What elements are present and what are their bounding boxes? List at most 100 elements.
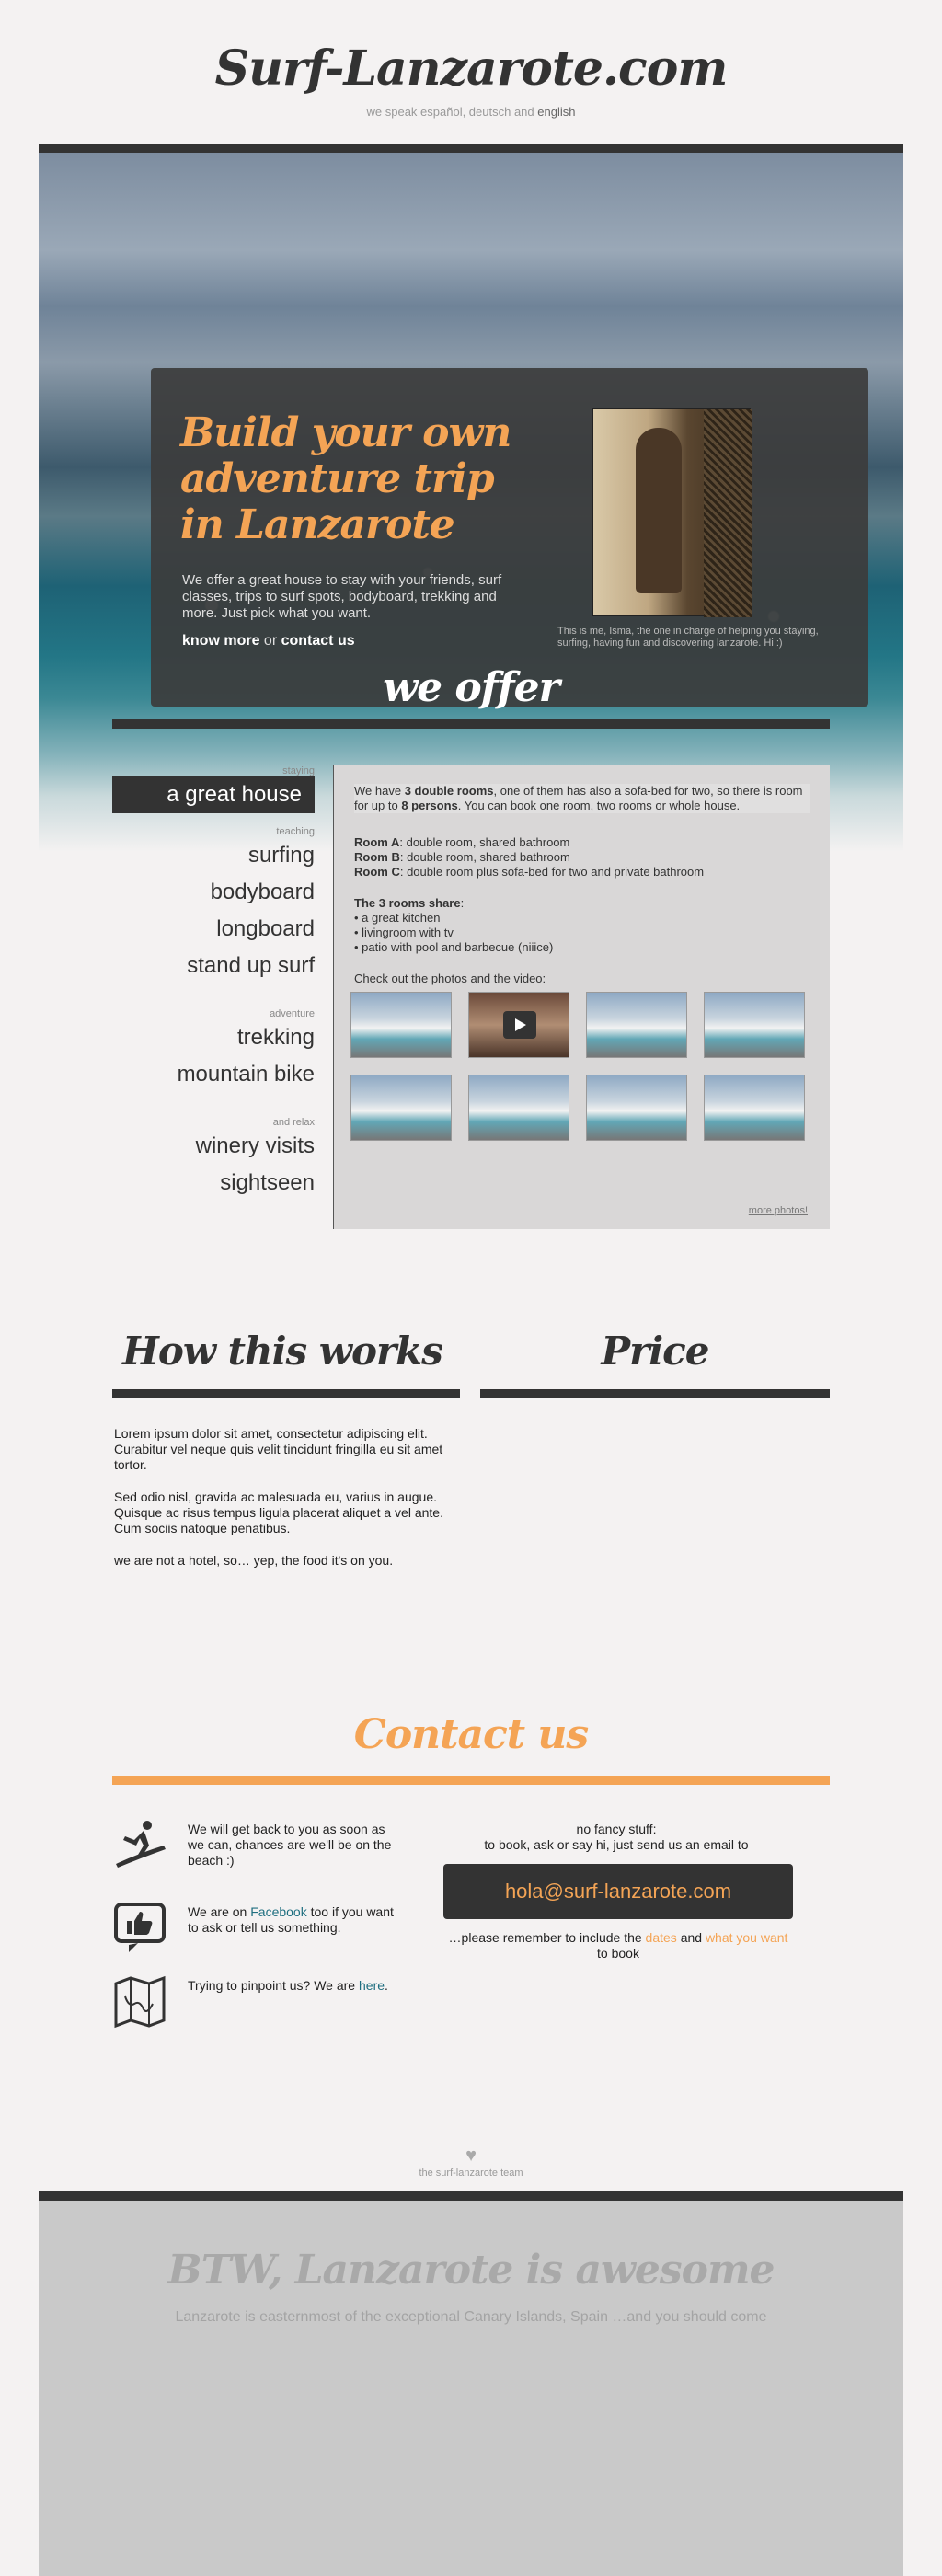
photo-gallery	[350, 992, 810, 1141]
house-intro-text-3: . You can book one room, two rooms or wh…	[457, 799, 741, 812]
room-c-name: Room C	[354, 865, 400, 879]
house-intro: We have 3 double rooms, one of them has …	[354, 784, 810, 813]
offer-category-teaching: teaching	[276, 826, 315, 837]
offer-nav: staying a great house teaching surfing b…	[112, 765, 315, 1202]
photo-thumbnail[interactable]	[350, 1075, 452, 1141]
offer-item-sightseen[interactable]: sightseen	[112, 1165, 315, 1202]
facebook-text-a: We are on	[188, 1904, 247, 1919]
offer-category-adventure: adventure	[270, 1008, 315, 1019]
offer-category-staying: staying	[282, 765, 315, 776]
owner-caption: This is me, Isma, the one in charge of h…	[557, 626, 819, 649]
btw-section: BTW, Lanzarote is awesome Lanzarote is e…	[39, 2191, 903, 2576]
btw-title: BTW, Lanzarote is awesome	[167, 2247, 775, 2294]
facebook-link[interactable]: Facebook	[250, 1904, 306, 1919]
map-icon	[112, 1974, 167, 2030]
video-thumbnail[interactable]	[468, 992, 569, 1058]
language-prefix: we speak español, deutsch and	[366, 105, 534, 119]
contact-row-map: Trying to pinpoint us? We are here.	[112, 1974, 407, 2033]
offer-detail-panel: We have 3 double rooms, one of them has …	[333, 765, 830, 1229]
room-a: Room A: double room, shared bathroom	[354, 835, 810, 850]
shared-item-livingroom: • livingroom with tv	[354, 926, 454, 939]
photo-thumbnail[interactable]	[704, 992, 805, 1058]
surfer-icon	[112, 1818, 167, 1873]
offer-category-relax: and relax	[272, 1117, 315, 1128]
hero-heading: Build your own adventure trip in Lanzaro…	[180, 409, 511, 548]
how-paragraph: Lorem ipsum dolor sit amet, consectetur …	[114, 1426, 443, 1472]
map-here-link[interactable]: here	[359, 1978, 385, 1993]
site-title[interactable]: Surf-Lanzarote.com	[0, 40, 942, 97]
photo-thumbnail[interactable]	[586, 1075, 687, 1141]
email-button[interactable]: hola@surf-lanzarote.com	[443, 1864, 793, 1919]
reminder-want: what you want	[705, 1930, 788, 1945]
know-more-link[interactable]: know more	[182, 633, 259, 649]
room-c-desc: : double room plus sofa-bed for two and …	[399, 865, 705, 879]
owner-figure	[636, 428, 682, 593]
contact-divider	[112, 1776, 830, 1785]
map-text-a: Trying to pinpoint us? We are	[188, 1978, 356, 1993]
contact-us-link[interactable]: contact us	[281, 633, 355, 649]
room-list: Room A: double room, shared bathroom Roo…	[354, 835, 810, 880]
offer-item-winery-visits[interactable]: winery visits	[112, 1128, 315, 1165]
we-offer-title: we offer	[383, 664, 560, 711]
surfboard	[704, 409, 752, 617]
reminder-text-a: …please remember to include the	[448, 1930, 642, 1945]
photo-thumbnail[interactable]	[586, 992, 687, 1058]
language-line: we speak español, deutsch and english	[0, 105, 942, 119]
shared-spaces: The 3 rooms share: • a great kitchen • l…	[354, 896, 810, 955]
offer-item-bodyboard[interactable]: bodyboard	[112, 874, 315, 911]
room-a-desc: : double room, shared bathroom	[399, 835, 570, 849]
room-a-name: Room A	[354, 835, 400, 849]
contact-title: Contact us	[353, 1711, 589, 1758]
hero-card: Build your own adventure trip in Lanzaro…	[151, 368, 868, 707]
house-intro-persons: 8 persons	[401, 799, 458, 812]
contact-facebook-text: We are on Facebook too if you want to as…	[188, 1904, 399, 1936]
shared-item-patio: • patio with pool and barbecue (niiice)	[354, 940, 554, 954]
photo-thumbnail[interactable]	[704, 1075, 805, 1141]
team-signature: the surf-lanzarote team	[419, 2168, 523, 2179]
we-offer-divider	[112, 719, 830, 729]
contact-row-facebook: We are on Facebook too if you want to as…	[112, 1901, 407, 1960]
offer-item-mountain-bike[interactable]: mountain bike	[112, 1056, 315, 1093]
email-intro-line-2: to book, ask or say hi, just send us an …	[484, 1837, 749, 1852]
how-text: Lorem ipsum dolor sit amet, consectetur …	[114, 1426, 454, 1585]
photo-thumbnail[interactable]	[350, 992, 452, 1058]
reminder-and: and	[680, 1930, 703, 1945]
reminder-text-b: to book	[597, 1946, 639, 1961]
offer-item-longboard[interactable]: longboard	[112, 911, 315, 948]
offer-item-trekking[interactable]: trekking	[112, 1019, 315, 1056]
house-intro-rooms: 3 double rooms	[404, 784, 494, 798]
play-icon	[503, 1011, 536, 1039]
room-b-name: Room B	[354, 850, 400, 864]
contact-map-text: Trying to pinpoint us? We are here.	[188, 1978, 399, 1994]
btw-subtitle: Lanzarote is easternmost of the exceptio…	[175, 2309, 767, 2325]
more-photos-link[interactable]: more photos!	[749, 1203, 808, 1218]
offer-item-stand-up-surf[interactable]: stand up surf	[112, 948, 315, 984]
hero-links: know more or contact us	[182, 633, 355, 650]
contact-beach-text: We will get back to you as soon as we ca…	[188, 1822, 392, 1868]
heart-icon: ♥	[465, 2145, 477, 2166]
hero-section: Build your own adventure trip in Lanzaro…	[39, 144, 903, 852]
hero-links-or: or	[263, 633, 278, 649]
room-c: Room C: double room plus sofa-bed for tw…	[354, 865, 810, 880]
email-reminder: …please remember to include the dates an…	[443, 1930, 793, 1961]
language-english-link[interactable]: english	[537, 105, 575, 119]
how-paragraph: we are not a hotel, so… yep, the food it…	[114, 1553, 394, 1568]
contact-row-beach: We will get back to you as soon as we ca…	[112, 1818, 407, 1877]
offer-item-surfing[interactable]: surfing	[112, 837, 315, 874]
reminder-dates: dates	[645, 1930, 677, 1945]
email-intro-line-1: no fancy stuff:	[576, 1822, 657, 1836]
price-divider	[480, 1389, 830, 1398]
room-b-desc: : double room, shared bathroom	[399, 850, 570, 864]
shared-item-kitchen: • a great kitchen	[354, 911, 441, 925]
shared-spaces-title: The 3 rooms share	[354, 896, 461, 910]
thumbs-up-icon	[112, 1901, 167, 1956]
how-paragraph: Sed odio nisl, gravida ac malesuada eu, …	[114, 1489, 443, 1535]
owner-photo	[592, 408, 752, 617]
photo-thumbnail[interactable]	[468, 1075, 569, 1141]
offer-item-great-house[interactable]: a great house	[112, 776, 315, 813]
map-text-b: .	[385, 1978, 388, 1993]
price-title: Price	[601, 1328, 710, 1374]
photos-label: Check out the photos and the video:	[354, 972, 546, 985]
how-divider	[112, 1389, 460, 1398]
house-intro-text: We have	[354, 784, 402, 798]
